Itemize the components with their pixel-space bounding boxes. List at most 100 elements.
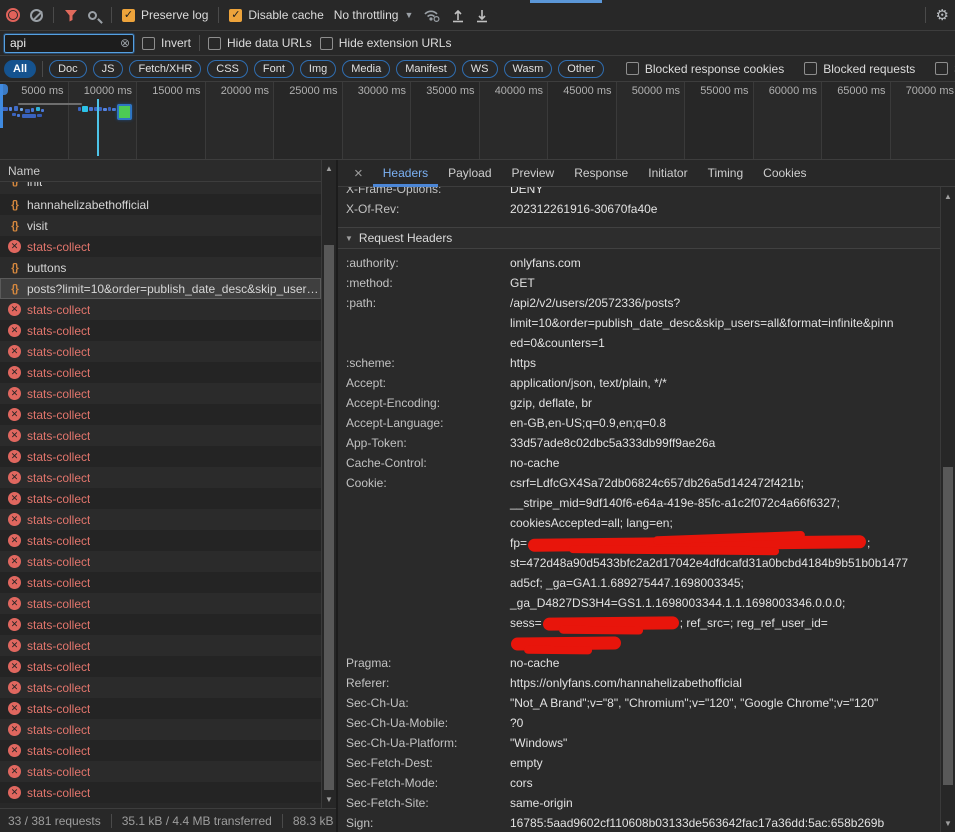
preserve-log-checkbox[interactable]: ✓ Preserve log: [122, 8, 208, 22]
request-row[interactable]: ✕stats-collect: [0, 677, 321, 698]
request-row[interactable]: ✕stats-collect: [0, 404, 321, 425]
scrollbar-up-icon[interactable]: ▲: [322, 164, 336, 173]
request-row[interactable]: ✕stats-collect: [0, 698, 321, 719]
tab-response[interactable]: Response: [564, 160, 638, 187]
tab-preview[interactable]: Preview: [502, 160, 565, 187]
filter-pill-all[interactable]: All: [4, 60, 36, 78]
close-details-button[interactable]: ×: [346, 165, 371, 182]
request-row[interactable]: {}posts?limit=10&order=publish_date_desc…: [0, 278, 321, 299]
request-list-scrollbar[interactable]: ▲ ▼: [321, 160, 336, 808]
network-conditions-icon: [423, 8, 441, 22]
request-row[interactable]: ✕stats-collect: [0, 362, 321, 383]
request-row[interactable]: ✕stats-collect: [0, 446, 321, 467]
request-row[interactable]: ✕stats-collect: [0, 761, 321, 782]
name-column-header[interactable]: Name: [0, 160, 336, 182]
request-row[interactable]: ✕stats-collect: [0, 656, 321, 677]
header-value: cors: [510, 773, 539, 793]
request-headers-section-header[interactable]: ▼Request Headers: [338, 227, 940, 249]
filter-pill-media[interactable]: Media: [342, 60, 390, 78]
details-scrollbar[interactable]: ▲ ▼: [940, 187, 955, 832]
header-value-text: __stripe_mid=9df140f6-e64a-419e-85fc-a1c…: [510, 496, 840, 510]
filter-pill-other[interactable]: Other: [558, 60, 604, 78]
status-divider: [111, 814, 112, 828]
search-button[interactable]: [88, 11, 101, 20]
clear-button[interactable]: [30, 9, 43, 22]
timeline-overview[interactable]: 5000 ms10000 ms15000 ms20000 ms25000 ms3…: [0, 82, 955, 160]
network-status-bar: 33 / 381 requests35.1 kB / 4.4 MB transf…: [0, 808, 336, 832]
request-row[interactable]: ✕stats-collect: [0, 614, 321, 635]
clear-filter-icon[interactable]: ⊗: [120, 36, 130, 50]
request-row[interactable]: ✕stats-collect: [0, 719, 321, 740]
request-row[interactable]: ✕stats-collect: [0, 488, 321, 509]
time-tick-label: 50000 ms: [632, 85, 680, 97]
disable-cache-checkbox[interactable]: ✓ Disable cache: [229, 8, 323, 22]
settings-gear-button[interactable]: ⚙: [936, 8, 949, 23]
request-row[interactable]: ✕stats-collect: [0, 593, 321, 614]
request-row[interactable]: ✕stats-collect: [0, 551, 321, 572]
header-value-text: limit=10&order=publish_date_desc&skip_us…: [510, 316, 894, 330]
request-name: stats-collect: [27, 513, 90, 527]
request-row[interactable]: ✕stats-collect: [0, 740, 321, 761]
request-row[interactable]: {}buttons: [0, 257, 321, 278]
request-row[interactable]: ✕stats-collect: [0, 341, 321, 362]
export-har-button[interactable]: [475, 8, 489, 23]
json-request-icon: {}: [8, 182, 21, 187]
header-value: same-origin: [510, 793, 579, 813]
filterbar-divider: [199, 35, 200, 51]
request-row[interactable]: ✕stats-collect: [0, 782, 321, 803]
request-row[interactable]: {}visit: [0, 215, 321, 236]
filter-pill-doc[interactable]: Doc: [49, 60, 87, 78]
filter-pill-fetch-xhr[interactable]: Fetch/XHR: [129, 60, 201, 78]
filter-toggle-button[interactable]: [64, 9, 78, 22]
filter-pill-img[interactable]: Img: [300, 60, 336, 78]
failed-request-icon: ✕: [8, 681, 21, 694]
tab-initiator[interactable]: Initiator: [638, 160, 697, 187]
request-name: stats-collect: [27, 303, 90, 317]
filter-pill-css[interactable]: CSS: [207, 60, 248, 78]
request-row[interactable]: {}init: [0, 182, 321, 194]
tab-cookies[interactable]: Cookies: [753, 160, 816, 187]
filter-input[interactable]: api ⊗: [4, 34, 134, 53]
header-row: Sec-Fetch-Site:same-origin: [338, 793, 940, 813]
filter-pill-wasm[interactable]: Wasm: [504, 60, 553, 78]
invert-checkbox[interactable]: Invert: [142, 36, 191, 50]
header-row: Sec-Ch-Ua-Mobile:?0: [338, 713, 940, 733]
tab-payload[interactable]: Payload: [438, 160, 501, 187]
hide-extension-urls-checkbox[interactable]: Hide extension URLs: [320, 36, 452, 50]
filter-checkbox-3rd-party-requests[interactable]: 3rd-party requests: [935, 62, 955, 76]
hide-data-urls-checkbox[interactable]: Hide data URLs: [208, 36, 312, 50]
filter-checkbox-blocked-response-cookies[interactable]: Blocked response cookies: [626, 62, 784, 76]
request-row[interactable]: ✕stats-collect: [0, 572, 321, 593]
scrollbar-down-icon[interactable]: ▼: [941, 819, 955, 828]
scrollbar-thumb[interactable]: [324, 245, 334, 790]
tab-timing[interactable]: Timing: [698, 160, 754, 187]
request-row[interactable]: ✕stats-collect: [0, 425, 321, 446]
request-row[interactable]: ✕stats-collect: [0, 383, 321, 404]
scrollbar-thumb[interactable]: [943, 467, 953, 785]
throttling-select[interactable]: No throttling ▼: [334, 8, 414, 22]
scrollbar-down-icon[interactable]: ▼: [322, 795, 336, 804]
request-row[interactable]: ✕stats-collect: [0, 530, 321, 551]
request-row[interactable]: ✕stats-collect: [0, 509, 321, 530]
header-value: /api2/v2/users/20572336/posts?limit=10&o…: [510, 293, 900, 353]
network-conditions-button[interactable]: [423, 8, 441, 22]
filter-checkbox-blocked-requests[interactable]: Blocked requests: [804, 62, 915, 76]
filter-pill-manifest[interactable]: Manifest: [396, 60, 456, 78]
request-row[interactable]: ✕stats-collect: [0, 467, 321, 488]
request-row[interactable]: {}hannahelizabethofficial: [0, 194, 321, 215]
filter-pill-js[interactable]: JS: [93, 60, 124, 78]
request-row[interactable]: ✕stats-collect: [0, 299, 321, 320]
failed-request-icon: ✕: [8, 786, 21, 799]
request-row[interactable]: ✕stats-collect: [0, 635, 321, 656]
waterfall-bar: [112, 108, 116, 111]
header-value: application/json, text/plain, */*: [510, 373, 673, 393]
record-button[interactable]: [6, 8, 20, 22]
import-har-button[interactable]: [451, 8, 465, 23]
request-row[interactable]: ✕stats-collect: [0, 236, 321, 257]
request-row[interactable]: ✕stats-collect: [0, 320, 321, 341]
filter-pill-font[interactable]: Font: [254, 60, 294, 78]
filter-pill-ws[interactable]: WS: [462, 60, 498, 78]
header-value: https://onlyfans.com/hannahelizabethoffi…: [510, 673, 748, 693]
scrollbar-up-icon[interactable]: ▲: [941, 192, 955, 201]
tab-headers[interactable]: Headers: [373, 160, 438, 187]
